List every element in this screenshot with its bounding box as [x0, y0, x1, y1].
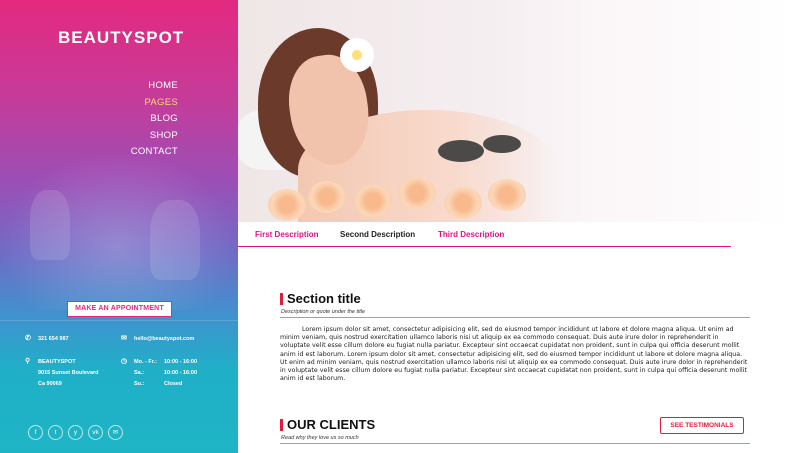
section-body: Lorem ipsum dolor sit amet, consectetur …: [280, 326, 748, 383]
section-subtitle: Description or quote under the title: [281, 309, 366, 315]
logo[interactable]: BEAUTYSPOT: [58, 28, 184, 48]
vk-icon[interactable]: vk: [88, 425, 103, 440]
nav-item-home[interactable]: HOME: [131, 78, 178, 95]
background-chair: [150, 200, 200, 280]
see-testimonials-button[interactable]: SEE TESTIMONIALS: [660, 417, 744, 434]
hero-image: [238, 0, 794, 222]
yelp-icon[interactable]: y: [68, 425, 83, 440]
tab-first-description[interactable]: First Description: [255, 230, 319, 239]
section-rule: [280, 317, 750, 318]
twitter-icon[interactable]: t: [48, 425, 63, 440]
description-tabs: First Description Second Description Thi…: [238, 222, 794, 248]
hero-hot-stone: [438, 140, 484, 162]
sidebar: BEAUTYSPOT HOME PAGES BLOG SHOP CONTACT …: [0, 0, 238, 453]
hours-row: Su.: Closed: [134, 381, 183, 387]
address-line: 9015 Sunset Boulevard: [38, 370, 99, 376]
clock-icon: ◷: [121, 358, 128, 365]
mail-icon: ✉: [121, 335, 127, 342]
hours-row: Sa.: 10:00 - 16:00: [134, 370, 198, 376]
tabs-underline: [238, 246, 731, 247]
background-chair: [30, 190, 70, 260]
social-links: f t y vk ✉: [28, 425, 123, 440]
email-address[interactable]: hello@beautyspot.com: [134, 336, 194, 342]
opening-hours: ◷ Mo. - Fr.: 10:00 - 16:00 Sa.: 10:00 - 16…: [121, 357, 224, 390]
phone-number: 321 654 987: [38, 336, 69, 342]
hero-hot-stone: [483, 135, 521, 153]
section-title: Section title: [287, 291, 361, 306]
sidebar-divider: [0, 320, 238, 321]
nav-item-shop[interactable]: SHOP: [131, 128, 178, 145]
tab-second-description[interactable]: Second Description: [340, 230, 415, 239]
phone-info: ✆ 321 654 987: [25, 334, 69, 345]
nav-item-contact[interactable]: CONTACT: [131, 144, 178, 161]
clients-rule: [280, 443, 750, 444]
hero-flower: [340, 38, 374, 72]
clients-subtitle: Read why they love us so much: [281, 435, 359, 441]
clients-title: OUR CLIENTS: [287, 417, 376, 432]
nav-item-blog[interactable]: BLOG: [131, 111, 178, 128]
section-title-marker: [280, 293, 283, 305]
main-nav: HOME PAGES BLOG SHOP CONTACT: [131, 78, 178, 161]
email-info: ✉ hello@beautyspot.com: [121, 334, 194, 345]
phone-icon: ✆: [25, 335, 31, 342]
hero-roses: [268, 175, 568, 222]
page: BEAUTYSPOT HOME PAGES BLOG SHOP CONTACT …: [0, 0, 794, 453]
address-info: ⚲ BEAUTYSPOT 9015 Sunset Boulevard Ca 90…: [25, 357, 99, 390]
address-line: BEAUTYSPOT: [38, 359, 76, 365]
clients-title-marker: [280, 419, 283, 431]
tab-third-description[interactable]: Third Description: [438, 230, 504, 239]
hours-row: Mo. - Fr.: 10:00 - 16:00: [134, 359, 198, 365]
make-appointment-button[interactable]: MAKE AN APPOINTMENT: [67, 301, 172, 317]
facebook-icon[interactable]: f: [28, 425, 43, 440]
location-pin-icon: ⚲: [25, 358, 31, 365]
nav-item-pages[interactable]: PAGES: [131, 95, 178, 112]
mail-icon[interactable]: ✉: [108, 425, 123, 440]
address-line: Ca 90069: [38, 381, 62, 387]
